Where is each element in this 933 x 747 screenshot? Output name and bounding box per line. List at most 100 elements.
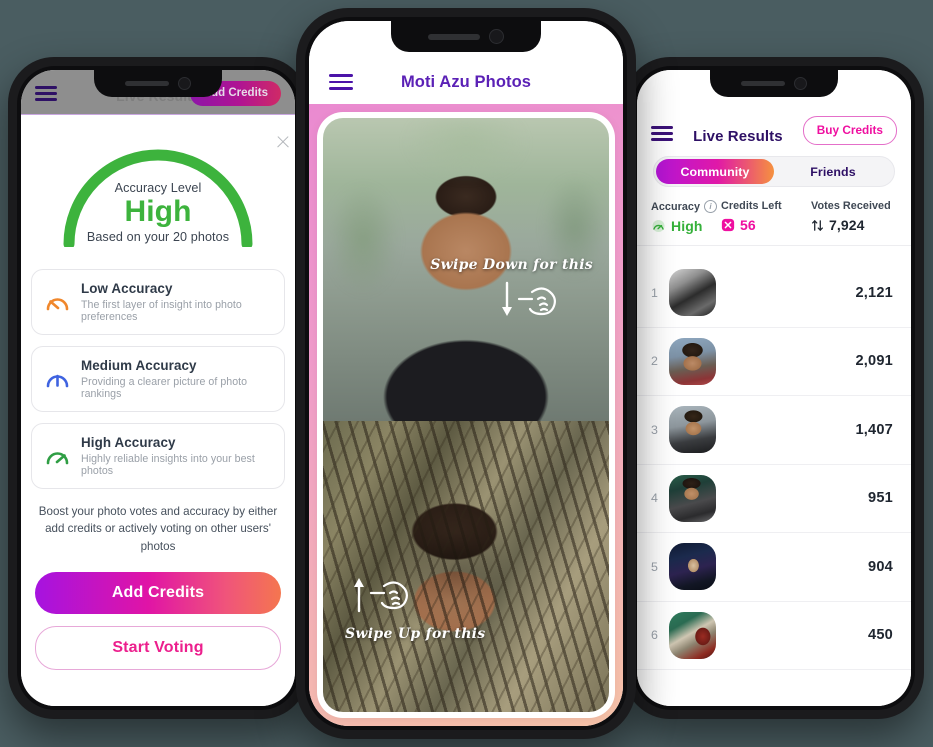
stat-label: Votes Received xyxy=(811,200,891,212)
tab-friends[interactable]: Friends xyxy=(774,159,892,184)
boost-note: Boost your photo votes and accuracy by e… xyxy=(38,505,278,553)
row-votes: 2,121 xyxy=(855,284,893,301)
row-rank: 2 xyxy=(651,354,658,369)
row-votes: 2,091 xyxy=(855,353,893,370)
table-row[interactable]: 5 904 xyxy=(637,533,911,602)
gauge-text-group: Accuracy Level High Based on your 20 pho… xyxy=(55,181,261,244)
accuracy-card-high[interactable]: High Accuracy Highly reliable insights i… xyxy=(31,423,285,489)
stat-header: Votes Received xyxy=(811,200,905,212)
swipe-up-hand-group xyxy=(349,571,415,620)
avatar[interactable] xyxy=(669,611,716,659)
accuracy-card-list: Low Accuracy The first layer of insight … xyxy=(31,269,285,489)
row-votes: 904 xyxy=(868,558,893,575)
left-phone-screen: Live Results Add Credits Accuracy Level … xyxy=(21,70,295,706)
page-title: Live Results xyxy=(693,128,783,145)
accuracy-value: High xyxy=(671,218,703,234)
stat-header: Accuracy i xyxy=(651,200,718,213)
photo-top[interactable]: Swipe Down for this xyxy=(323,118,609,421)
photo-bottom[interactable]: Swipe Up for this xyxy=(323,420,609,712)
right-phone-screen: Live Results Buy Credits Community Frien… xyxy=(637,70,911,706)
swipe-down-label: Swipe Down for this xyxy=(430,257,593,274)
speaker-grille-icon xyxy=(125,81,169,86)
stat-value-group: High xyxy=(651,218,717,234)
table-row[interactable]: 3 1,407 xyxy=(637,396,911,465)
page-title: Moti Azu Photos xyxy=(400,73,532,91)
stat-accuracy: Accuracy i High xyxy=(651,200,718,234)
credit-token-icon xyxy=(721,218,735,232)
row-rank: 3 xyxy=(651,422,658,437)
credits-value: 56 xyxy=(740,217,756,233)
avatar[interactable] xyxy=(669,269,716,317)
table-row[interactable]: 4 951 xyxy=(637,465,911,533)
swipe-up-label: Swipe Up for this xyxy=(345,626,486,643)
photo-bottom-image xyxy=(323,420,609,712)
left-phone-mockup: Live Results Add Credits Accuracy Level … xyxy=(8,57,308,719)
stat-credits-left: Credits Left 56 xyxy=(721,200,807,234)
gauge-high-icon xyxy=(652,220,665,232)
accuracy-card-description: Highly reliable insights into your best … xyxy=(81,453,255,477)
front-camera-icon xyxy=(489,29,504,44)
votes-value: 7,924 xyxy=(829,217,865,233)
avatar[interactable] xyxy=(669,474,716,522)
add-credits-button[interactable]: Add Credits xyxy=(35,572,281,615)
front-camera-icon xyxy=(794,77,807,90)
center-phone-screen: Moti Azu Photos Swipe Down for this Swip… xyxy=(309,21,623,726)
stat-value-group: 7,924 xyxy=(811,217,905,233)
avatar[interactable] xyxy=(669,337,716,385)
results-list[interactable]: 1 2,121 2 2,091 3 1,407 4 951 5 904 6 45… xyxy=(637,259,911,706)
divider xyxy=(637,245,911,246)
row-rank: 1 xyxy=(651,285,658,300)
accuracy-card-title: Medium Accuracy xyxy=(81,358,197,373)
accuracy-card-description: Providing a clearer picture of photo ran… xyxy=(81,376,248,400)
front-camera-icon xyxy=(178,77,191,90)
accuracy-card-description: The first layer of insight into photo pr… xyxy=(81,299,242,323)
photo-stack: Swipe Down for this Swipe Up for this xyxy=(323,118,609,712)
speaker-grille-icon xyxy=(428,33,480,40)
speaker-grille-icon xyxy=(741,81,785,86)
hamburger-menu-icon[interactable] xyxy=(651,126,673,141)
swipe-down-hand-group xyxy=(497,279,563,328)
segmented-tabs: Community Friends xyxy=(653,156,895,187)
right-phone-mockup: Live Results Buy Credits Community Frien… xyxy=(624,57,924,719)
photo-feed: Swipe Down for this Swipe Up for this xyxy=(309,104,623,726)
accuracy-card-medium[interactable]: Medium Accuracy Providing a clearer pict… xyxy=(31,346,285,412)
start-voting-button[interactable]: Start Voting xyxy=(35,626,281,671)
row-rank: 5 xyxy=(651,559,658,574)
screenshot-stage: Live Results Add Credits Accuracy Level … xyxy=(0,0,933,747)
avatar[interactable] xyxy=(669,406,716,454)
left-phone-bezel: Live Results Add Credits Accuracy Level … xyxy=(17,66,299,710)
gauge-low-icon xyxy=(44,289,70,315)
table-row[interactable]: 6 450 xyxy=(637,602,911,670)
photo-card: Swipe Down for this Swipe Up for this xyxy=(317,112,615,718)
center-phone-mockup: Moti Azu Photos Swipe Down for this Swip… xyxy=(296,8,636,739)
accuracy-gauge: Accuracy Level High Based on your 20 pho… xyxy=(55,141,261,247)
stat-header: Credits Left xyxy=(721,200,807,212)
stat-label: Credits Left xyxy=(721,200,782,212)
stats-row: Accuracy i High Credits Left 56 Votes Re… xyxy=(637,187,911,245)
gauge-subtitle: Based on your 20 photos xyxy=(86,230,230,245)
hamburger-menu-icon[interactable] xyxy=(329,74,353,90)
avatar[interactable] xyxy=(669,543,716,591)
stat-value-group: 56 xyxy=(721,217,807,233)
notch xyxy=(391,21,541,52)
gauge-medium-icon xyxy=(44,366,70,392)
row-votes: 951 xyxy=(868,490,893,507)
accuracy-card-low[interactable]: Low Accuracy The first layer of insight … xyxy=(31,269,285,335)
table-row[interactable]: 2 2,091 xyxy=(637,328,911,396)
buy-credits-button[interactable]: Buy Credits xyxy=(802,116,897,145)
row-votes: 450 xyxy=(868,627,893,644)
row-votes: 1,407 xyxy=(855,421,893,438)
stat-votes-received: Votes Received 7,924 xyxy=(811,200,905,234)
gauge-label: Accuracy Level xyxy=(114,181,202,195)
table-row[interactable]: 1 2,121 xyxy=(637,259,911,328)
tab-community[interactable]: Community xyxy=(656,159,774,184)
row-rank: 4 xyxy=(651,491,658,506)
accuracy-card-title: High Accuracy xyxy=(81,435,176,450)
info-icon[interactable]: i xyxy=(704,200,718,213)
sort-arrows-icon[interactable] xyxy=(811,219,824,232)
notch xyxy=(710,70,838,97)
right-phone-bezel: Live Results Buy Credits Community Frien… xyxy=(633,66,915,710)
row-rank: 6 xyxy=(651,628,658,643)
close-icon[interactable] xyxy=(275,134,291,150)
gauge-high-icon xyxy=(44,443,70,469)
